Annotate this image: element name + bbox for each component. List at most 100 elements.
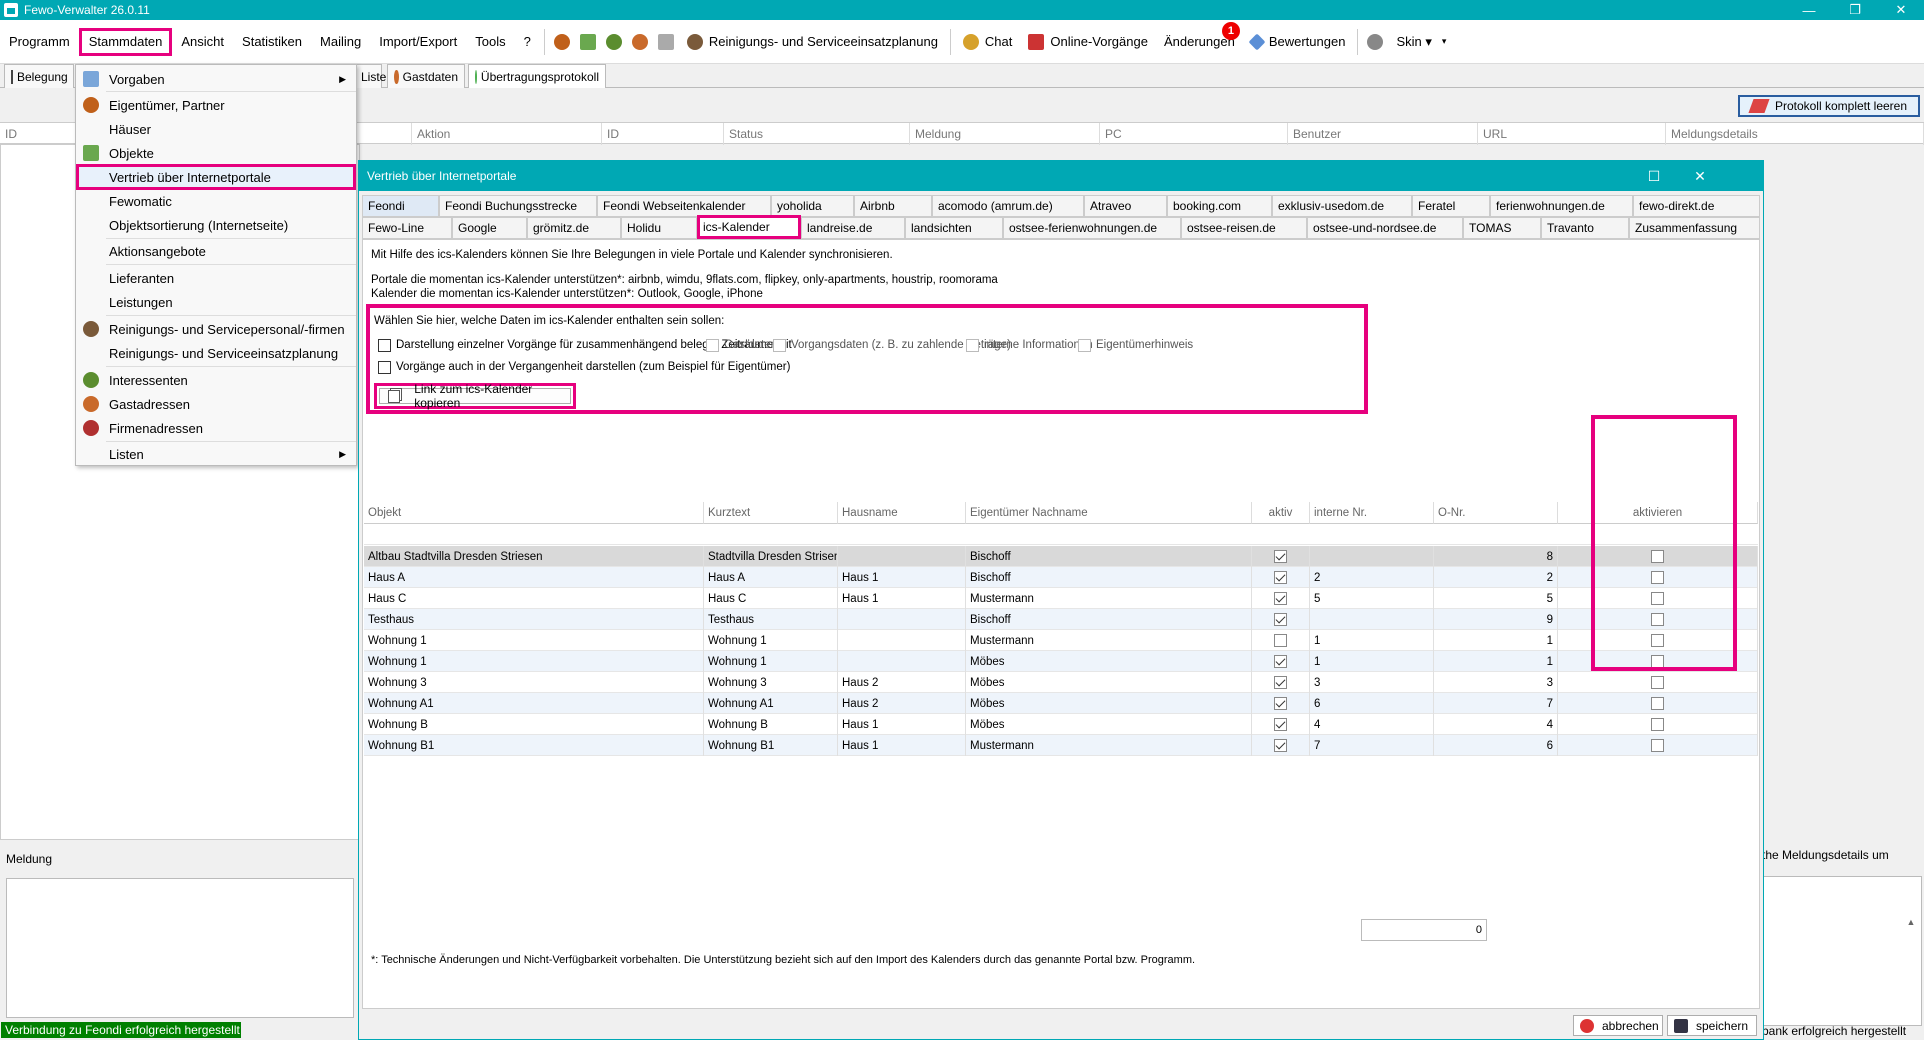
tab-zusammenfassung[interactable]: Zusammenfassung xyxy=(1629,217,1760,239)
menu-item-haeuser[interactable]: Häuser xyxy=(76,118,356,140)
table-row[interactable]: Haus C Haus C Haus 1 Mustermann 5 5 xyxy=(364,588,1758,609)
table-row[interactable]: Wohnung 1 Wohnung 1 Mustermann 1 1 xyxy=(364,630,1758,651)
table-row[interactable]: Wohnung 1 Wohnung 1 Möbes 1 1 xyxy=(364,651,1758,672)
gast-icon[interactable] xyxy=(631,33,648,50)
menu-item-leistungen[interactable]: Leistungen xyxy=(76,291,356,313)
menu-item-servicepersonal[interactable]: Reinigungs- und Servicepersonal/-firmen xyxy=(76,318,356,340)
tab-feondi[interactable]: Feondi xyxy=(362,195,439,217)
tab-ostsee-reisen[interactable]: ostsee-reisen.de xyxy=(1181,217,1307,239)
tab-google[interactable]: Google xyxy=(452,217,527,239)
menu-programm[interactable]: Programm xyxy=(0,28,79,56)
tab-landsichten[interactable]: landsichten xyxy=(905,217,1003,239)
col-objekt[interactable]: Objekt xyxy=(364,502,704,524)
aktiv-checkbox[interactable] xyxy=(1274,739,1287,752)
aktivieren-checkbox[interactable] xyxy=(1651,613,1664,626)
aktiv-checkbox[interactable] xyxy=(1274,613,1287,626)
tab-uebertragungsprotokoll[interactable]: Übertragungsprotokoll xyxy=(468,64,606,88)
tab-ics-kalender[interactable]: ics-Kalender xyxy=(697,215,801,239)
aktivieren-checkbox[interactable] xyxy=(1651,592,1664,605)
col-pc[interactable]: PC xyxy=(1100,123,1288,145)
eigentuemerhinweis-checkbox[interactable] xyxy=(1078,339,1091,352)
dialog-maximize-button[interactable]: ☐ xyxy=(1631,161,1677,191)
col-aktiv[interactable]: aktiv xyxy=(1252,502,1310,524)
aktiv-checkbox[interactable] xyxy=(1274,655,1287,668)
menu-item-objektsortierung[interactable]: Objektsortierung (Internetseite) xyxy=(76,214,356,236)
vergangenheit-checkbox[interactable] xyxy=(378,361,391,374)
col-aktion[interactable]: Aktion xyxy=(412,123,602,145)
table-row[interactable]: Testhaus Testhaus Bischoff 9 xyxy=(364,609,1758,630)
menu-item-aktionsangebote[interactable]: Aktionsangebote xyxy=(76,240,356,262)
col-meldung[interactable]: Meldung xyxy=(910,123,1100,145)
reinigung-button[interactable]: Reinigungs- und Serviceeinsatzplanung xyxy=(679,33,946,50)
details-textbox[interactable]: ▲ xyxy=(1762,876,1922,1026)
aktivieren-checkbox[interactable] xyxy=(1651,676,1664,689)
chat-button[interactable]: Chat xyxy=(955,33,1020,50)
aktiv-checkbox[interactable] xyxy=(1274,550,1287,563)
dialog-close-button[interactable]: ✕ xyxy=(1677,161,1723,191)
menu-mailing[interactable]: Mailing xyxy=(311,28,370,56)
tab-ostsee-und-nordsee[interactable]: ostsee-und-nordsee.de xyxy=(1307,217,1463,239)
col-aktivieren[interactable]: aktivieren xyxy=(1558,502,1758,524)
tab-airbnb[interactable]: Airbnb xyxy=(854,195,932,217)
col-meldungsdetails[interactable]: Meldungsdetails xyxy=(1666,123,1924,145)
col-o-nr[interactable]: O-Nr. xyxy=(1434,502,1558,524)
menu-import-export[interactable]: Import/Export xyxy=(370,28,466,56)
minimize-button[interactable]: — xyxy=(1786,0,1832,20)
link-kopieren-button[interactable]: Link zum ics-Kalender kopieren xyxy=(374,382,576,410)
tab-acomodo[interactable]: acomodo (amrum.de) xyxy=(932,195,1084,217)
tab-travanto[interactable]: Travanto xyxy=(1541,217,1629,239)
menu-item-listen[interactable]: Listen ▶ xyxy=(76,443,356,465)
zusammenhaengend-checkbox[interactable] xyxy=(378,339,391,352)
tab-ostsee-ferienwohnungen[interactable]: ostsee-ferienwohnungen.de xyxy=(1003,217,1181,239)
vorgangsdaten-checkbox[interactable] xyxy=(773,339,786,352)
tab-liste[interactable]: Liste xyxy=(354,64,386,88)
aktivieren-checkbox[interactable] xyxy=(1651,634,1664,647)
aktiv-checkbox[interactable] xyxy=(1274,718,1287,731)
aktivieren-checkbox[interactable] xyxy=(1651,739,1664,752)
col-benutzer[interactable]: Benutzer xyxy=(1288,123,1478,145)
tab-gastdaten[interactable]: Gastdaten xyxy=(387,64,465,88)
menu-item-fewomatic[interactable]: Fewomatic xyxy=(76,190,356,212)
tab-feondi-webseitenkalender[interactable]: Feondi Webseitenkalender xyxy=(597,195,771,217)
menu-item-objekte[interactable]: Objekte xyxy=(76,142,356,164)
aktiv-checkbox[interactable] xyxy=(1274,634,1287,647)
menu-item-vertrieb-internetportale[interactable]: Vertrieb über Internetportale xyxy=(76,164,356,190)
tab-fewo-line[interactable]: Fewo-Line xyxy=(362,217,452,239)
col-id2[interactable]: ID xyxy=(602,123,724,145)
tab-fewo-direkt[interactable]: fewo-direkt.de xyxy=(1633,195,1760,217)
menu-item-lieferanten[interactable]: Lieferanten xyxy=(76,267,356,289)
skin-menu[interactable]: Skin ▾ xyxy=(1388,34,1439,50)
menu-item-eigentuemer[interactable]: Eigentümer, Partner xyxy=(76,94,356,116)
table-row[interactable]: Wohnung B1 Wohnung B1 Haus 1 Mustermann 7 6 xyxy=(364,735,1758,756)
menu-item-vorgaben[interactable]: Vorgaben ▶ xyxy=(76,68,356,90)
aktiv-checkbox[interactable] xyxy=(1274,571,1287,584)
tab-ferienwohnungen[interactable]: ferienwohnungen.de xyxy=(1490,195,1633,217)
menu-tools[interactable]: Tools xyxy=(466,28,514,56)
tab-atraveo[interactable]: Atraveo xyxy=(1084,195,1167,217)
col-hausname[interactable]: Hausname xyxy=(838,502,966,524)
menu-item-serviceeinsatzplanung[interactable]: Reinigungs- und Serviceeinsatzplanung xyxy=(76,342,356,364)
filter-row[interactable] xyxy=(364,524,1758,545)
tab-booking[interactable]: booking.com xyxy=(1167,195,1272,217)
skin-dropdown-icon[interactable]: ▾ xyxy=(1442,36,1447,47)
table-row[interactable]: Haus A Haus A Haus 1 Bischoff 2 2 xyxy=(364,567,1758,588)
aktiv-checkbox[interactable] xyxy=(1274,697,1287,710)
aktivieren-checkbox[interactable] xyxy=(1651,718,1664,731)
partner-icon[interactable] xyxy=(553,33,570,50)
table-row[interactable]: Wohnung 3 Wohnung 3 Haus 2 Möbes 3 3 xyxy=(364,672,1758,693)
abbrechen-button[interactable]: abbrechen xyxy=(1573,1015,1663,1036)
bewertungen-button[interactable]: Bewertungen xyxy=(1243,33,1354,50)
col-status[interactable]: Status xyxy=(724,123,910,145)
col-interne-nr[interactable]: interne Nr. xyxy=(1310,502,1434,524)
table-row[interactable]: Wohnung B Wohnung B Haus 1 Möbes 4 4 xyxy=(364,714,1758,735)
tab-landreise[interactable]: landreise.de xyxy=(801,217,905,239)
tab-tomas[interactable]: TOMAS xyxy=(1463,217,1541,239)
aenderungen-button[interactable]: Änderungen 1 xyxy=(1156,22,1243,49)
menu-item-firmenadressen[interactable]: Firmenadressen xyxy=(76,417,356,439)
tab-exklusiv-usedom[interactable]: exklusiv-usedom.de xyxy=(1272,195,1412,217)
calculator-icon[interactable] xyxy=(657,33,674,50)
menu-statistiken[interactable]: Statistiken xyxy=(233,28,311,56)
menu-help[interactable]: ? xyxy=(515,28,540,56)
tab-feondi-buchungsstrecke[interactable]: Feondi Buchungsstrecke xyxy=(439,195,597,217)
interessent-icon[interactable] xyxy=(605,33,622,50)
